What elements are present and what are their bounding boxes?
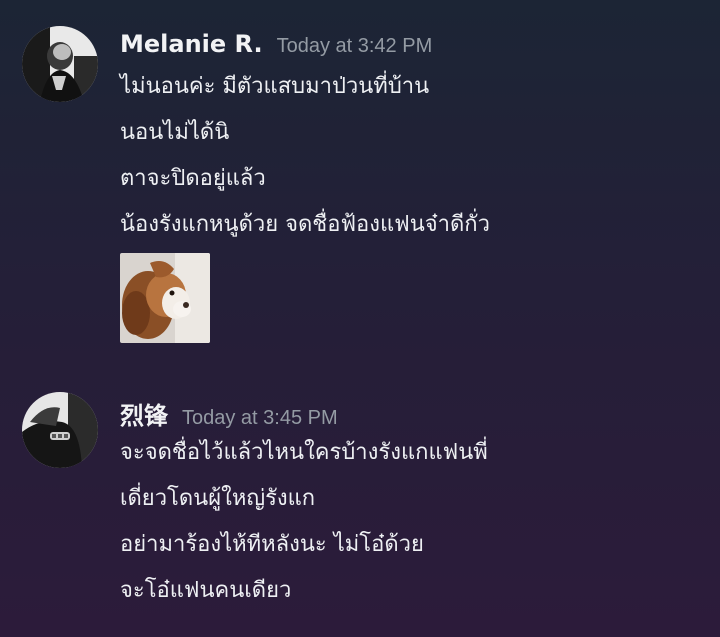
message-text: น้องรังแกหนูด้วย จดชื่อฟ้องแฟนจ๋าดีกั่ว bbox=[120, 212, 490, 237]
dog-photo bbox=[120, 253, 210, 343]
username[interactable]: 烈锋 bbox=[120, 396, 168, 431]
user-avatar-icon bbox=[22, 392, 98, 468]
image-attachment[interactable] bbox=[120, 253, 210, 343]
message-text: ไม่นอนค่ะ มีตัวแสบมาป่วนที่บ้าน bbox=[120, 74, 430, 99]
message-text: จะจดชื่อไว้แล้วไหนใครบ้างรังแกแฟนพี่ bbox=[120, 440, 488, 465]
message-text: อย่ามาร้องไห้ทีหลังนะ ไม่โอ๋ด้วย bbox=[120, 532, 424, 557]
avatar-melanie[interactable] bbox=[22, 26, 98, 102]
avatar-liefeng[interactable] bbox=[22, 392, 98, 468]
message-lines: ไม่นอนค่ะ มีตัวแสบมาป่วนที่บ้าน นอนไม่ได… bbox=[120, 72, 710, 256]
user-avatar-icon bbox=[22, 26, 98, 102]
timestamp: Today at 3:42 PM bbox=[276, 35, 433, 57]
message-header: Melanie R. Today at 3:42 PM bbox=[120, 30, 432, 58]
message-text: ตาจะปิดอยู่แล้ว bbox=[120, 166, 266, 191]
message-text: นอนไม่ได้นิ bbox=[120, 120, 230, 145]
message-lines: จะจดชื่อไว้แล้วไหนใครบ้างรังแกแฟนพี่ เดี… bbox=[120, 438, 710, 622]
timestamp: Today at 3:45 PM bbox=[182, 407, 338, 429]
message-text: จะโอ๋แฟนคนเดียว bbox=[120, 578, 292, 603]
message-header: 烈锋 Today at 3:45 PM bbox=[120, 396, 338, 431]
username[interactable]: Melanie R. bbox=[120, 30, 263, 58]
message-text: เดี่ยวโดนผู้ใหญ่รังแก bbox=[120, 486, 316, 511]
